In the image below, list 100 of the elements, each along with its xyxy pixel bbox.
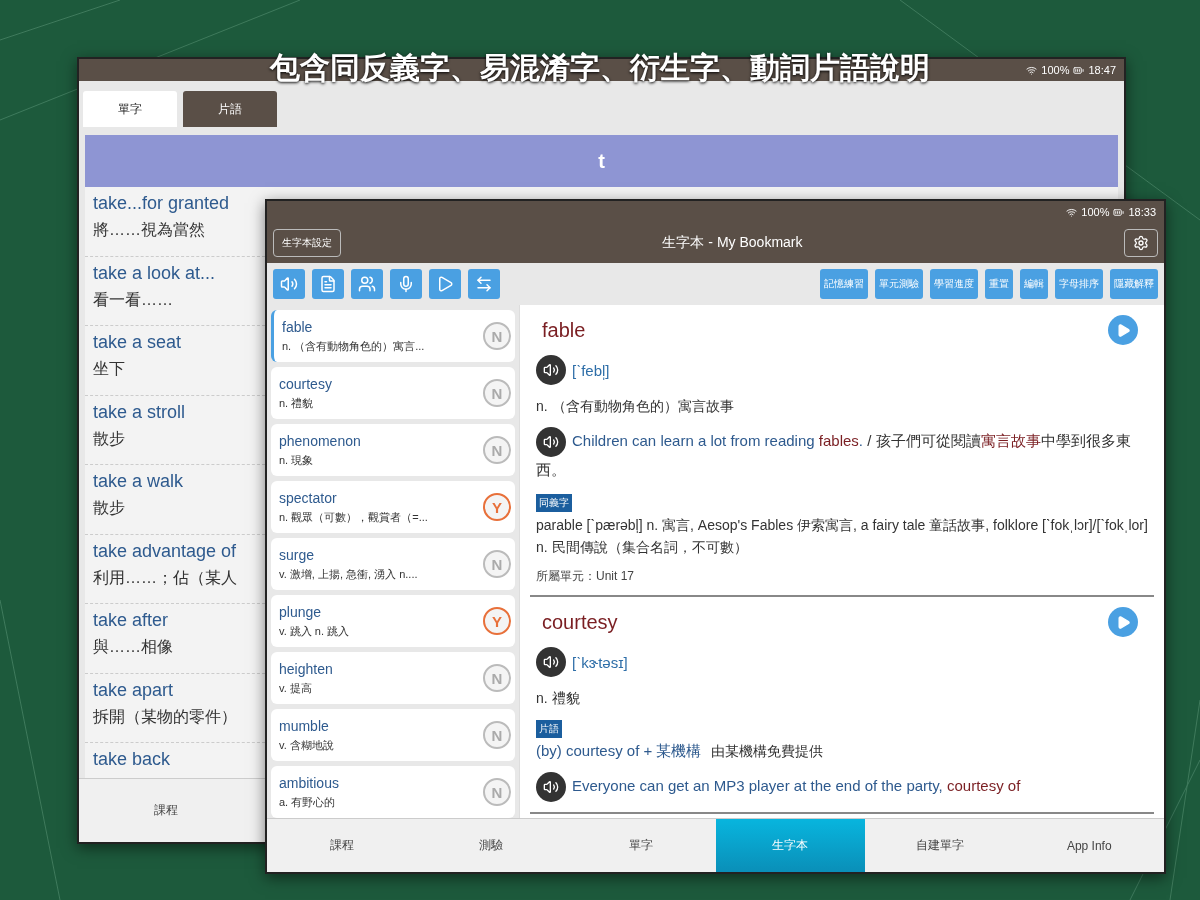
word-meaning: v. 提高	[279, 680, 313, 696]
play-button[interactable]	[1108, 315, 1138, 345]
nav-tab[interactable]: 課程	[79, 779, 253, 842]
settings-button[interactable]	[1124, 229, 1158, 257]
swap-arrows-button[interactable]	[468, 269, 500, 299]
caption: 包含同反義字、易混淆字、衍生字、動詞片語說明	[270, 50, 930, 86]
nav-tab[interactable]: 單字	[566, 819, 716, 872]
play-button[interactable]	[429, 269, 461, 299]
phrase-meaning: 與……相像	[93, 637, 174, 657]
nav-tab[interactable]: 課程	[267, 819, 417, 872]
word-card[interactable]: phenomenon n. 現象 N	[271, 424, 515, 476]
word-card[interactable]: heighten v. 提高 N	[271, 652, 515, 704]
word: heighten	[279, 660, 333, 677]
example-sentence: Everyone can get an MP3 player at the end of the party, courtesy of	[536, 772, 1148, 803]
word-meaning: v. 激增, 上揚, 急衝, 湧入 n....	[279, 566, 418, 582]
document-button[interactable]	[312, 269, 344, 299]
phrase: take a stroll	[93, 401, 187, 423]
wifi-icon	[1026, 64, 1038, 76]
phrase: (by) courtesy of + 某機構	[536, 741, 702, 761]
word: courtesy	[279, 375, 332, 392]
people-button[interactable]	[351, 269, 383, 299]
phrase: take back	[93, 749, 172, 770]
phrase-meaning: 利用……；佔（某人	[93, 567, 238, 588]
phrase: take apart	[93, 679, 175, 701]
speaker-button[interactable]	[536, 772, 566, 803]
phrase: take...for granted	[93, 193, 231, 214]
phrase-meaning: 散步	[93, 498, 126, 518]
nav-tab[interactable]: App Info	[1014, 819, 1164, 872]
battery-level: 100%	[1081, 206, 1110, 218]
battery-icon	[1073, 64, 1085, 76]
headword: courtesy	[542, 610, 618, 634]
people-icon	[358, 275, 376, 293]
clock: 18:47	[1088, 64, 1116, 76]
battery-icon	[1113, 206, 1125, 218]
speaker-icon	[543, 654, 559, 671]
word-card[interactable]: mumble v. 含糊地說 N	[271, 709, 515, 761]
phrase: take a look at...	[93, 262, 217, 284]
phrase-meaning: 坐下	[93, 359, 126, 379]
example-sentence: Children can learn a lot from reading fables. / 孩子們可從閱讀寓言故事中學到很多東西。	[536, 427, 1148, 484]
nav-tab[interactable]: 測驗	[416, 819, 566, 872]
word-card[interactable]: ambitious a. 有野心的 N	[271, 766, 515, 818]
tab[interactable]: 單字	[83, 91, 177, 127]
word-card[interactable]: fable n. （含有動物角色的）寓言... N	[271, 310, 515, 362]
swap-arrows-icon	[475, 275, 493, 293]
wifi-icon	[1066, 206, 1078, 218]
unit-label: 所屬單元：Unit 17	[536, 568, 636, 586]
word-card[interactable]: plunge v. 跳入 n. 跳入 Y	[271, 595, 515, 647]
phrase-meaning: 將……視為當然	[93, 220, 206, 240]
phrase: take after	[93, 610, 170, 631]
phonetic: [ˋfebl̩]	[572, 361, 610, 379]
document-icon	[319, 275, 337, 293]
phrase: take advantage of	[93, 540, 238, 562]
word: spectator	[279, 489, 338, 506]
battery-level: 100%	[1041, 64, 1070, 76]
bookmark-settings-button[interactable]: 生字本設定	[273, 229, 341, 257]
phrase: take a walk	[93, 471, 185, 492]
word-meaning: a. 有野心的	[279, 794, 337, 810]
settings-icon	[1133, 235, 1149, 251]
word: phenomenon	[279, 432, 361, 449]
word-card[interactable]: spectator n. 觀眾（可數），觀賞者（=... Y	[271, 481, 515, 533]
speaker-icon	[543, 779, 559, 796]
clock: 18:33	[1128, 206, 1156, 218]
screen-title: 生字本 - My Bookmark	[662, 234, 803, 252]
section-label: 片語	[536, 719, 562, 738]
word-meaning: n. 現象	[279, 452, 315, 468]
microphone-icon	[397, 275, 415, 293]
play-button[interactable]	[1108, 607, 1138, 638]
speaker-icon	[543, 434, 559, 451]
speaker-button[interactable]	[536, 647, 566, 678]
phrase: take a seat	[93, 332, 183, 353]
word: ambitious	[279, 774, 339, 791]
letter-header: t	[85, 135, 1118, 187]
headword: fable	[542, 318, 586, 342]
word: surge	[279, 546, 316, 563]
word: plunge	[279, 603, 323, 620]
speaker-icon	[280, 275, 298, 293]
word-card[interactable]: surge v. 激增, 上揚, 急衝, 湧入 n.... N	[271, 538, 515, 590]
phrase-meaning: 散步	[93, 428, 126, 449]
word: mumble	[279, 717, 330, 734]
nav-tab[interactable]: 自建單字	[865, 819, 1015, 872]
word-meaning: n. （含有動物角色的）寓言...	[282, 338, 425, 354]
play-icon	[436, 275, 454, 293]
speaker-button[interactable]	[536, 355, 566, 385]
word-meaning: v. 跳入 n. 跳入	[279, 623, 350, 639]
word-meaning: n. 觀眾（可數），觀賞者（=...	[279, 509, 428, 525]
word: fable	[282, 318, 314, 335]
tab[interactable]: 片語	[183, 91, 277, 127]
phonetic: [ˋkɝtəsɪ]	[572, 653, 628, 671]
definition: n. 禮貌	[536, 689, 581, 709]
speaker-icon	[543, 362, 559, 378]
microphone-button[interactable]	[390, 269, 422, 299]
phrase-meaning: 由某機構免費提供	[711, 741, 824, 761]
speaker-button[interactable]	[536, 427, 566, 458]
play-icon	[1115, 614, 1131, 630]
word-meaning: n. 禮貌	[279, 395, 315, 411]
phrase-meaning: 看一看……	[93, 289, 174, 310]
phrase-meaning: 拆開（某物的零件）	[93, 706, 238, 727]
related-words: parable [ˋpærəbl̩] n. 寓言, Aesop's Fables 伊索寓言, a fairy tale 童話故事, folklore [ˋfokˌlɔr]/[ˋfokˌlor] n. 民間傳說（集合名詞，不可數）	[536, 515, 1148, 558]
play-icon	[1115, 322, 1131, 338]
word-card[interactable]: courtesy n. 禮貌 N	[271, 367, 515, 419]
